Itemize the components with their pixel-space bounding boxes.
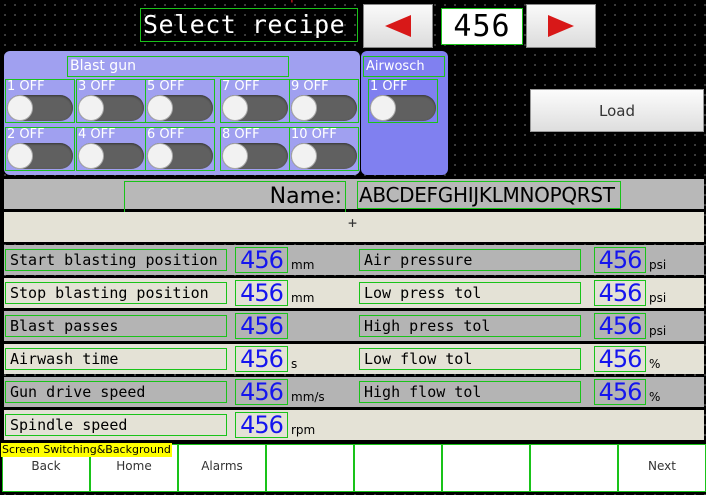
parameter-unit: mm: [291, 291, 315, 305]
blast-gun-toggle-label: 8 OFF: [222, 127, 260, 142]
blast-gun-toggle[interactable]: [78, 95, 144, 121]
blast-gun-toggle[interactable]: [78, 143, 144, 169]
parameter-value-field[interactable]: 456: [594, 280, 646, 306]
toggle-knob: [147, 143, 173, 169]
parameter-unit: %: [649, 357, 661, 371]
parameter-label: Low press tol: [359, 282, 581, 304]
blast-gun-toggle[interactable]: [222, 143, 288, 169]
toggle-knob: [7, 143, 33, 169]
toggle-knob: [147, 95, 173, 121]
parameter-label: Low flow tol: [359, 348, 581, 370]
parameter-value-field[interactable]: 456: [235, 346, 288, 372]
parameter-label: Stop blasting position: [5, 282, 227, 304]
blast-gun-toggle[interactable]: [147, 95, 213, 121]
toggle-knob: [222, 143, 248, 169]
parameter-value-field[interactable]: 456: [235, 280, 288, 306]
blast-gun-toggle-label: 7 OFF: [222, 79, 260, 94]
blast-gun-title: Blast gun: [67, 56, 289, 77]
page-title: Select recipe: [140, 8, 358, 42]
nav-button-empty-6[interactable]: [530, 444, 618, 492]
blast-gun-toggle[interactable]: [291, 95, 357, 121]
load-button[interactable]: Load: [530, 89, 704, 132]
parameter-value-field[interactable]: 456: [235, 247, 288, 273]
parameter-label: Blast passes: [5, 315, 227, 337]
parameter-unit: mm: [291, 258, 315, 272]
parameter-label: Spindle speed: [5, 414, 227, 436]
blast-gun-toggle[interactable]: [222, 95, 288, 121]
toggle-knob: [222, 95, 248, 121]
parameter-unit: psi: [649, 258, 667, 272]
parameter-value-field[interactable]: 456: [594, 313, 646, 339]
blast-gun-toggle-label: 4 OFF: [78, 127, 116, 142]
parameter-label: Airwash time: [5, 348, 227, 370]
parameter-value-field[interactable]: 456: [594, 247, 646, 273]
status-text: Screen Switching&Background: [1, 443, 172, 457]
blast-gun-toggle-label: 5 OFF: [147, 79, 185, 94]
crosshair-icon: +: [288, 0, 296, 7]
parameter-value-field[interactable]: 456: [235, 313, 288, 339]
triangle-right-icon: [548, 15, 574, 37]
parameter-value-field[interactable]: 456: [594, 379, 646, 405]
parameter-label: Gun drive speed: [5, 381, 227, 403]
parameter-unit: %: [649, 390, 661, 404]
recipe-number-field[interactable]: 456: [441, 8, 523, 45]
next-recipe-button[interactable]: [526, 4, 596, 48]
name-label: Name:: [124, 181, 346, 213]
triangle-left-icon: [385, 15, 411, 37]
airwash-toggle[interactable]: [370, 95, 436, 121]
previous-recipe-button[interactable]: [363, 4, 433, 48]
toggle-knob: [78, 95, 104, 121]
cursor-icon: +: [348, 214, 358, 232]
toggle-knob: [7, 95, 33, 121]
blast-gun-toggle[interactable]: [7, 143, 73, 169]
nav-button-empty-3[interactable]: [266, 444, 354, 492]
parameter-value-field[interactable]: 456: [235, 412, 288, 438]
blast-gun-toggle-label: 6 OFF: [147, 127, 185, 142]
parameter-label: Air pressure: [359, 249, 581, 271]
blast-gun-toggle-label: 2 OFF: [7, 127, 45, 142]
blast-gun-toggle[interactable]: [147, 143, 213, 169]
parameter-label: High press tol: [359, 315, 581, 337]
blast-gun-toggle-label: 1 OFF: [7, 79, 45, 94]
parameter-unit: mm/s: [291, 390, 325, 404]
parameter-label: Start blasting position: [5, 249, 227, 271]
blast-gun-toggle-label: 9 OFF: [291, 79, 329, 94]
parameter-unit: rpm: [291, 423, 316, 437]
blast-gun-toggle-label: 10 OFF: [291, 127, 337, 142]
nav-button-empty-4[interactable]: [354, 444, 442, 492]
toggle-knob: [370, 95, 396, 121]
nav-button-alarms[interactable]: Alarms: [178, 444, 266, 492]
airwash-toggle-label: 1 OFF: [370, 79, 408, 94]
parameter-label: High flow tol: [359, 381, 581, 403]
nav-button-empty-5[interactable]: [442, 444, 530, 492]
blast-gun-toggle[interactable]: [291, 143, 357, 169]
parameter-unit: s: [291, 357, 298, 371]
airwash-title: Airwosch: [363, 56, 445, 77]
toggle-knob: [291, 143, 317, 169]
blast-gun-toggle[interactable]: [7, 95, 73, 121]
blast-gun-toggle-label: 3 OFF: [78, 79, 116, 94]
parameter-value-field[interactable]: 456: [594, 346, 646, 372]
toggle-knob: [78, 143, 104, 169]
parameter-unit: psi: [649, 324, 667, 338]
name-field[interactable]: ABCDEFGHIJKLMNOPQRST: [357, 181, 621, 209]
parameter-value-field[interactable]: 456: [235, 379, 288, 405]
nav-button-next[interactable]: Next: [618, 444, 706, 492]
parameter-unit: psi: [649, 291, 667, 305]
toggle-knob: [291, 95, 317, 121]
